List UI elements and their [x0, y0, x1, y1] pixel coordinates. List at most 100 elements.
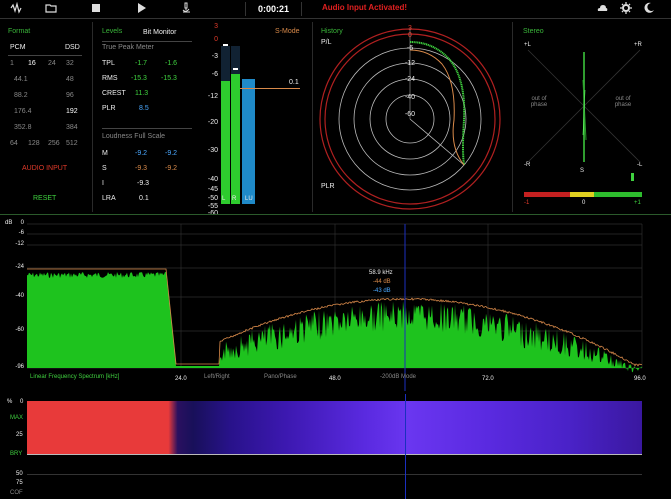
toolbar: 0:00:21 Audio Input Activated!: [0, 0, 671, 19]
dsd-label: DSD: [65, 44, 80, 51]
format-cell: 64: [10, 140, 18, 147]
spectrogram-bry: BRY: [10, 451, 23, 457]
loudness-marker-line: [240, 88, 300, 89]
cursor-level-a: -44 dB: [373, 279, 391, 285]
crest-label: CREST: [102, 90, 126, 97]
s-l: -9.3: [135, 165, 148, 172]
format-cell: 32: [66, 60, 74, 67]
waveform-icon[interactable]: [10, 1, 22, 18]
history-ring-label: -6: [406, 45, 414, 52]
meter-scale-tick: -12: [207, 93, 218, 100]
folder-icon[interactable]: [45, 2, 57, 18]
x-tick-72: 72.0: [482, 376, 494, 382]
peak-hold-r: [233, 68, 238, 70]
cursor-level-b: -43 dB: [373, 288, 391, 294]
stop-icon[interactable]: [90, 2, 102, 18]
rms-label: RMS: [102, 75, 118, 82]
spectrum-panel: dB 0 -6 -12 -24 -40 -60 -96 58.9 kHz -44 dB -4…: [0, 216, 671, 391]
meter-scale-tick: -50: [207, 195, 218, 202]
format-cell: 128: [28, 140, 40, 147]
i-label: I: [102, 180, 104, 187]
moon-icon[interactable]: [643, 2, 655, 18]
meter-lu-label: LU: [245, 196, 253, 202]
format-cell: 384: [66, 124, 78, 131]
gear-icon[interactable]: [620, 2, 632, 18]
spectrum-fill: [27, 272, 642, 373]
spectrogram-pct: %: [7, 399, 13, 405]
format-cell: 192: [66, 108, 78, 115]
spectrogram-baseline: [27, 454, 642, 455]
meter-scale-tick: -45: [207, 186, 218, 193]
meter-lu-bar: [242, 79, 255, 204]
x-tick-48: 48.0: [329, 376, 341, 382]
history-ring-label: 0: [408, 32, 412, 39]
format-cell: 88.2: [14, 92, 28, 99]
correlation-mid: 0: [582, 200, 586, 206]
play-icon[interactable]: [135, 2, 147, 18]
spectrogram-50: 50: [16, 471, 23, 477]
x-tick-96: 96.0: [634, 376, 646, 382]
meter-scale-tick: -30: [207, 147, 218, 154]
pano-phase-tab[interactable]: Pano/Phase: [264, 374, 297, 380]
crest-value: 11.3: [135, 90, 149, 97]
true-peak-header: True Peak Meter: [102, 44, 154, 51]
tpl-r: -1.6: [165, 60, 178, 67]
s-mode-label[interactable]: S-Mode: [275, 28, 300, 35]
pcm-label: PCM: [10, 44, 26, 51]
peak-hold-l: [223, 44, 228, 46]
levels-title: Levels: [102, 28, 123, 35]
format-panel: Format PCM DSD 1 16 24 32 44.1 48 88.2 96 176.4 1…: [0, 20, 88, 210]
bit-monitor-tab[interactable]: Bit Monitor: [143, 29, 176, 36]
spectrum-title: Linear Frequency Spectrum [kHz]: [30, 374, 120, 380]
m-label: M: [102, 150, 108, 157]
audio-input-button[interactable]: AUDIO INPUT: [22, 165, 67, 172]
microscope-icon[interactable]: [180, 2, 192, 18]
history-ring-label: -40: [404, 94, 416, 101]
spectrogram-cof: COF: [10, 490, 23, 496]
left-right-tab[interactable]: Left/Right: [204, 374, 230, 380]
history-ring-label: -24: [404, 76, 416, 83]
history-ring-label: -12: [404, 60, 416, 67]
m-r: -9.2: [165, 150, 178, 157]
rms-r: -15.3: [161, 75, 177, 82]
lra-label: LRA: [102, 195, 116, 202]
plr-value: 8.5: [139, 105, 149, 112]
correlation-max: +1: [634, 200, 641, 206]
rms-l: -15.3: [131, 75, 147, 82]
stereo-panel: Stereo +L +R S -R -L out of phase out of…: [514, 20, 671, 210]
correlation-negative: [524, 192, 570, 197]
meter-r-label: R: [232, 196, 237, 202]
spectrogram-cursor: [405, 394, 406, 499]
tpl-label: TPL: [102, 60, 115, 67]
loudness-header: Loudness Full Scale: [102, 133, 166, 140]
format-cell: 16: [28, 60, 36, 67]
format-cell: 256: [48, 140, 60, 147]
history-ring-label: -60: [404, 111, 416, 118]
format-cell: 1: [10, 60, 14, 67]
reset-button[interactable]: RESET: [33, 195, 56, 202]
meter-scale-tick: -3: [211, 53, 218, 60]
format-title: Format: [8, 28, 31, 35]
meter-panel: 30-3-6-12-20-30-40-45-50-55-60 S-Mode 0.…: [200, 20, 310, 217]
spectrogram-75: 75: [16, 480, 23, 486]
loudness-marker-value: 0.1: [289, 79, 299, 86]
format-cell: 96: [66, 92, 74, 99]
format-cell: 24: [48, 60, 56, 67]
correlation-min: -1: [524, 200, 530, 206]
history-ring-label: 3: [408, 25, 412, 32]
alert-message: Audio Input Activated!: [322, 3, 408, 12]
tpl-l: -1.7: [135, 60, 148, 67]
correlation-positive: [594, 192, 642, 197]
lra-value: 0.1: [139, 195, 149, 202]
meter-scale-tick: -40: [207, 176, 218, 183]
spectrogram-25: 25: [16, 432, 23, 438]
levels-panel: Levels Bit Monitor True Peak Meter TPL -…: [95, 20, 205, 210]
meter-r-bar: [231, 74, 240, 204]
meter-scale-tick: -6: [211, 71, 218, 78]
cloud-icon[interactable]: [596, 2, 608, 18]
spectrogram-zero: 0: [20, 399, 24, 405]
correlation-neutral: [570, 192, 594, 197]
elapsed-time: 0:00:21: [245, 2, 302, 16]
db-mode-tab[interactable]: -200dB Mode: [380, 374, 416, 380]
format-cell: 176.4: [14, 108, 32, 115]
